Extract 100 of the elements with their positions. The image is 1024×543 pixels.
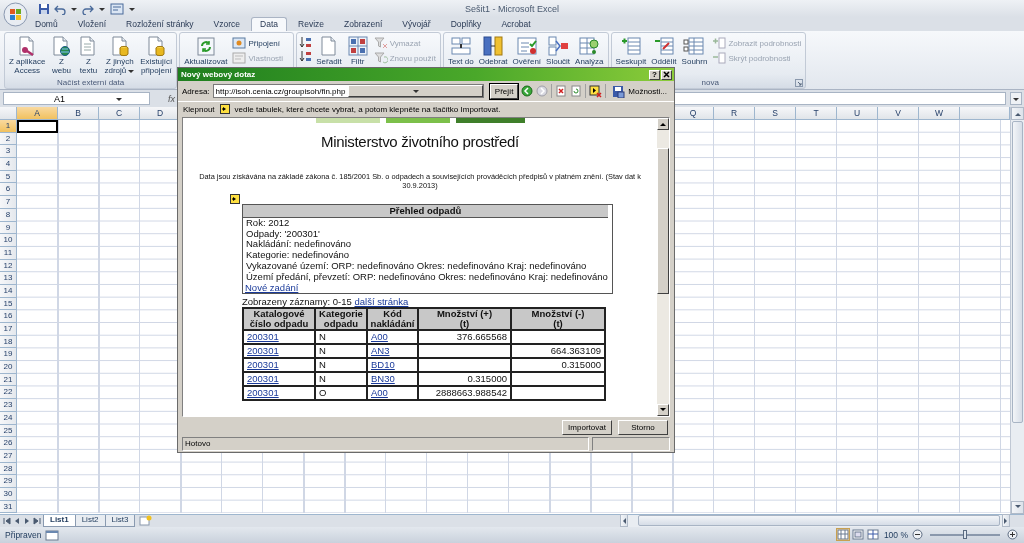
ribbon-tab[interactable]: Data (251, 17, 288, 31)
ribbon-button[interactable]: Text do (445, 34, 476, 77)
function-button[interactable]: fx (168, 93, 175, 104)
row-header[interactable]: 22 (0, 386, 17, 400)
ribbon-button[interactable]: Z webu (48, 34, 75, 77)
row-header[interactable]: 13 (0, 272, 17, 285)
ribbon-button[interactable]: Připojení (230, 36, 286, 50)
row-header[interactable]: 7 (0, 196, 17, 209)
go-button[interactable]: Přejít (489, 83, 519, 99)
column-header[interactable]: U (837, 107, 878, 120)
address-field[interactable]: http://isoh.cenia.cz/groupisoh/fin.php (212, 84, 484, 98)
row-header[interactable]: 20 (0, 361, 17, 374)
scrollbar-thumb[interactable] (1012, 121, 1023, 423)
ribbon-tab[interactable]: Rozložení stránky (117, 17, 203, 31)
column-header[interactable]: R (714, 107, 755, 120)
row-header[interactable]: 6 (0, 183, 17, 197)
sort-ascending-icon[interactable] (299, 36, 314, 49)
zoom-out-icon[interactable] (912, 529, 923, 541)
caret-icon (127, 67, 136, 74)
ribbon-tab[interactable]: Revize (289, 17, 334, 31)
ribbon-tab[interactable]: Acrobat (492, 17, 540, 31)
ribbon-tab[interactable]: Doplňky (441, 17, 491, 31)
name-box[interactable]: A1 (3, 92, 150, 105)
scroll-right-button[interactable] (1002, 514, 1010, 528)
table-cell: 2888663.988542 (418, 386, 511, 401)
arrow-marker-icon[interactable] (219, 104, 230, 114)
table-link[interactable]: 200301 (247, 331, 279, 343)
ribbon-button[interactable]: Z textu (75, 34, 102, 77)
column-header[interactable]: C (99, 107, 140, 120)
table-link[interactable]: 200301 (247, 345, 279, 357)
table-link[interactable]: AN3 (371, 345, 390, 357)
column-header[interactable]: A (17, 107, 58, 120)
column-header[interactable]: V (878, 107, 919, 120)
row-header[interactable]: 26 (0, 437, 17, 450)
expand-button[interactable] (1010, 92, 1022, 105)
table-link[interactable]: 200301 (247, 359, 279, 371)
ribbon-button[interactable]: Z jiných zdrojů (102, 34, 138, 77)
ribbon-tab[interactable]: Vložení (68, 17, 116, 31)
save-icon[interactable] (38, 2, 50, 15)
ribbon-tab[interactable]: Zobrazení (335, 17, 392, 31)
row-header[interactable]: 1 (0, 120, 17, 133)
row-header[interactable]: 17 (0, 323, 17, 336)
scroll-up-button[interactable] (1011, 107, 1024, 120)
ribbon-tab[interactable]: Vývojář (393, 17, 440, 31)
last-sheet-icon[interactable] (33, 516, 41, 525)
new-query-link[interactable]: Nové zadání (245, 282, 299, 294)
row-header[interactable]: 29 (0, 475, 17, 488)
help-button[interactable]: ? (649, 69, 660, 80)
table-link[interactable]: 200301 (247, 373, 279, 385)
active-cell[interactable] (17, 120, 58, 133)
sheet-tab[interactable]: List3 (104, 514, 136, 527)
column-header[interactable]: W (919, 107, 960, 120)
refresh-page-icon[interactable] (570, 85, 583, 97)
sheet-tab[interactable]: List2 (74, 514, 106, 527)
sheet-tab[interactable]: List1 (43, 514, 76, 527)
arrow-cross-icon[interactable] (589, 84, 603, 98)
row-header[interactable]: 4 (0, 158, 17, 171)
normal-view-button[interactable] (835, 528, 850, 542)
ribbon-button[interactable]: Odebrat (476, 34, 510, 77)
previous-sheet-icon[interactable] (13, 516, 21, 525)
scroll-left-button[interactable] (620, 514, 628, 528)
ribbon-button[interactable]: Souhrn (679, 34, 710, 77)
ribbon-tab[interactable]: Domů (26, 17, 67, 31)
table-link[interactable]: BN30 (371, 373, 395, 385)
row-header[interactable]: 19 (0, 348, 17, 362)
row-header[interactable]: 10 (0, 234, 17, 247)
next-sheet-icon[interactable] (23, 516, 31, 525)
table-link[interactable]: 200301 (247, 387, 279, 399)
dialog-button[interactable]: Importovat (562, 419, 612, 435)
row-header[interactable]: 3 (0, 145, 17, 159)
ribbon-button[interactable]: Existující připojení (138, 34, 175, 77)
next-page-link[interactable]: další stránka (354, 296, 409, 308)
duplicate-columns-icon (482, 35, 505, 57)
table-select-icon[interactable] (230, 194, 240, 204)
dialog-launcher-icon[interactable] (795, 79, 804, 87)
row-header[interactable]: 23 (0, 399, 17, 412)
row-header[interactable]: 16 (0, 310, 17, 323)
column-header[interactable]: B (58, 107, 99, 120)
ribbon-button[interactable]: Sloučit (544, 34, 573, 77)
ribbon-button[interactable]: Z aplikace Access (7, 34, 48, 77)
column-header[interactable]: S (755, 107, 796, 120)
page-break-button[interactable] (865, 528, 880, 542)
record-macro-icon[interactable] (45, 528, 60, 541)
table-link[interactable]: A00 (371, 331, 388, 343)
stop-icon[interactable] (555, 85, 568, 97)
zoom-slider[interactable] (930, 533, 1000, 536)
column-header[interactable]: T (796, 107, 837, 120)
slider-thumb[interactable] (963, 529, 967, 539)
table-link[interactable]: A00 (371, 387, 388, 399)
back-icon[interactable] (521, 85, 534, 97)
zoom-in-icon[interactable] (1007, 529, 1018, 541)
scrollbar-thumb[interactable] (638, 515, 1000, 527)
ribbon-button[interactable]: Seřadit (314, 34, 344, 77)
dialog-button[interactable]: Storno (618, 419, 668, 435)
sort-descending-icon[interactable] (299, 50, 314, 63)
ribbon-tab[interactable]: Vzorce (204, 17, 250, 31)
table-link[interactable]: BD10 (371, 359, 395, 371)
close-button[interactable] (661, 69, 672, 80)
first-sheet-icon[interactable] (3, 516, 11, 525)
scroll-down-button[interactable] (1011, 500, 1024, 514)
